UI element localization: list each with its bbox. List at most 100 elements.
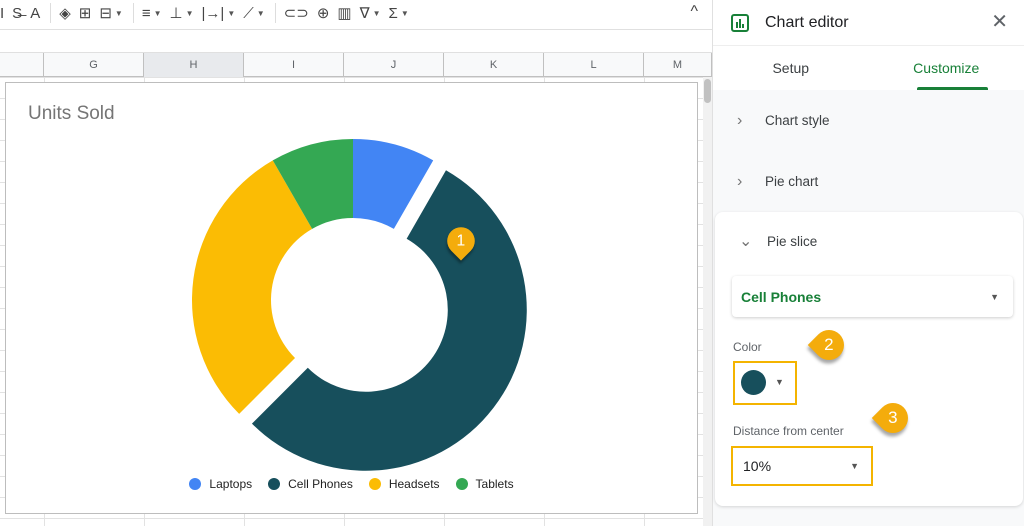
insert-chart-button[interactable]: ▥ <box>337 2 351 24</box>
marker-number: 3 <box>888 408 898 427</box>
text-rotation-button[interactable]: ⟋ ▼ <box>243 2 264 24</box>
column-header-i[interactable]: I <box>244 53 344 77</box>
caret-down-icon: ▼ <box>227 8 236 18</box>
strikethrough-icon: S̶ <box>12 4 23 22</box>
vertical-align-button[interactable]: ⊥ ▼ <box>170 2 194 24</box>
distance-label: Distance from center <box>733 424 844 438</box>
column-header-h[interactable]: H <box>144 53 244 77</box>
collapse-toolbar-icon[interactable]: ^ <box>690 3 698 21</box>
caret-down-icon: ▼ <box>990 291 999 302</box>
legend-item-laptops[interactable]: Laptops <box>189 477 252 491</box>
insert-comment-button[interactable]: ⊕ <box>317 2 330 24</box>
slice-dropdown[interactable]: Cell Phones ▼ <box>732 276 1013 317</box>
color-swatch <box>741 370 766 395</box>
caret-down-icon: ▼ <box>114 8 123 18</box>
legend-item-cell-phones[interactable]: Cell Phones <box>268 477 353 491</box>
distance-dropdown[interactable]: 10% ▼ <box>731 446 873 486</box>
column-header-j[interactable]: J <box>344 53 444 77</box>
chart-legend: Laptops Cell Phones Headsets Tablets <box>6 477 697 491</box>
chart-editor-panel: Chart editor ✕ Setup Customize › Chart s… <box>712 0 1024 526</box>
vertical-scrollbar[interactable] <box>703 77 712 526</box>
strikethrough-button[interactable]: S̶ <box>12 2 22 24</box>
legend-color-dot <box>368 478 381 490</box>
caret-down-icon: ▼ <box>400 8 409 18</box>
chevron-down-icon: ⌄ <box>739 233 753 250</box>
text-color-icon: A <box>30 4 41 22</box>
legend-label: Headsets <box>388 477 440 491</box>
fill-color-button[interactable]: ◈ <box>59 2 71 24</box>
column-header-k[interactable]: K <box>444 53 544 77</box>
section-label: Pie slice <box>767 233 818 249</box>
toolbar-divider <box>50 3 52 23</box>
scrollbar-thumb[interactable] <box>704 79 711 103</box>
marker-number: 2 <box>824 335 834 354</box>
filter-button[interactable]: ∇ ▼ <box>360 2 381 24</box>
marker-number: 1 <box>456 231 466 250</box>
panel-header: Chart editor ✕ <box>713 0 1024 46</box>
chart-container[interactable]: Units Sold Laptops Cell Phones Headsets Tab… <box>5 82 698 514</box>
panel-title: Chart editor <box>765 13 849 31</box>
legend-item-headsets[interactable]: Headsets <box>368 477 440 491</box>
column-headers: GHIJKLM <box>0 53 712 77</box>
chevron-right-icon: › <box>737 111 743 129</box>
section-pie-chart[interactable]: › Pie chart <box>713 151 1024 212</box>
legend-label: Laptops <box>209 477 253 491</box>
formula-bar[interactable] <box>0 29 712 53</box>
borders-button[interactable]: ⊞ <box>79 2 92 24</box>
pie-slice-card: ⌄ Pie slice Cell Phones ▼ Color ▼ Distan… <box>715 212 1023 506</box>
legend-color-dot <box>455 478 468 490</box>
insert-link-button[interactable]: ⊂⊃ <box>284 2 309 24</box>
merge-cells-button[interactable]: ⊟ ▼ <box>99 2 123 24</box>
slice-dropdown-value: Cell Phones <box>741 288 822 305</box>
text-rotation-icon: ⟋ <box>243 4 254 22</box>
italic-icon: I <box>0 4 5 22</box>
italic-button[interactable]: I <box>0 2 4 24</box>
color-picker-button[interactable]: ▼ <box>733 361 797 405</box>
insert-comment-icon: ⊕ <box>316 5 330 22</box>
borders-icon: ⊞ <box>78 5 92 22</box>
caret-down-icon: ▼ <box>850 461 859 471</box>
vertical-align-icon: ⊥ <box>169 5 183 22</box>
text-wrapping-button[interactable]: |→| ▼ <box>202 2 236 24</box>
donut-chart[interactable] <box>6 83 699 515</box>
corner-header[interactable] <box>0 53 44 77</box>
legend-color-dot <box>268 478 281 490</box>
formatting-toolbar: I S̶ A ◈ ⊞ ⊟ ▼ ≡ ▼ ⊥ ▼ |→| ▼ ⟋ ▼ ⊂⊃ ⊕ ▥ ∇ ▼ Σ ▼ ^ <box>0 0 712 26</box>
tab-setup[interactable]: Setup <box>713 46 869 90</box>
caret-down-icon: ▼ <box>153 8 162 18</box>
caret-down-icon: ▼ <box>775 377 784 387</box>
horizontal-align-button[interactable]: ≡ ▼ <box>142 2 162 24</box>
toolbar-divider <box>274 3 276 23</box>
text-wrapping-icon: |→| <box>201 4 225 22</box>
functions-button[interactable]: Σ ▼ <box>389 2 409 24</box>
section-label: Chart style <box>765 113 830 128</box>
horizontal-align-icon: ≡ <box>141 4 151 22</box>
editor-tabs: Setup Customize <box>713 46 1024 90</box>
text-color-button[interactable]: A <box>30 2 40 24</box>
chevron-right-icon: › <box>737 172 743 190</box>
caret-down-icon: ▼ <box>185 8 194 18</box>
legend-label: Tablets <box>475 477 514 491</box>
pie-slice-headsets[interactable] <box>192 160 313 414</box>
legend-color-dot <box>189 478 202 490</box>
insert-chart-icon: ▥ <box>337 5 352 22</box>
section-chart-style[interactable]: › Chart style <box>713 90 1024 151</box>
insert-link-icon: ⊂⊃ <box>283 5 309 22</box>
column-header-m[interactable]: M <box>644 53 712 77</box>
chart-editor-icon <box>731 13 749 32</box>
fill-color-icon: ◈ <box>59 5 71 22</box>
close-icon[interactable]: ✕ <box>991 9 1008 34</box>
column-header-g[interactable]: G <box>44 53 144 77</box>
tab-customize[interactable]: Customize <box>869 46 1024 90</box>
caret-down-icon: ▼ <box>256 8 265 18</box>
caret-down-icon: ▼ <box>372 8 381 18</box>
functions-icon: Σ <box>388 4 398 22</box>
merge-cells-icon: ⊟ <box>99 5 112 22</box>
filter-icon: ∇ <box>359 5 370 22</box>
color-label: Color <box>733 340 762 354</box>
toolbar-divider <box>132 3 134 23</box>
section-label: Pie chart <box>765 174 819 189</box>
legend-item-tablets[interactable]: Tablets <box>455 477 514 491</box>
section-pie-slice[interactable]: ⌄ Pie slice <box>715 212 1023 270</box>
column-header-l[interactable]: L <box>544 53 644 77</box>
